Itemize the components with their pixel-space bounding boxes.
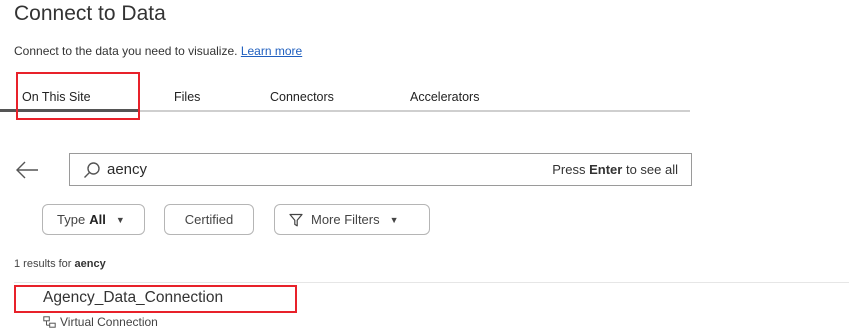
subtitle-text: Connect to the data you need to visualiz… [14,44,238,58]
active-tab-indicator [0,109,140,112]
page-title: Connect to Data [14,2,166,25]
tab-files[interactable]: Files [174,90,200,104]
type-filter-value: All [89,212,106,227]
more-filters-label: More Filters [311,212,380,227]
type-filter-dropdown[interactable]: Type All ▼ [42,204,145,235]
funnel-icon [289,213,303,226]
learn-more-link[interactable]: Learn more [241,44,302,58]
tab-accelerators[interactable]: Accelerators [410,90,479,104]
page-subtitle: Connect to the data you need to visualiz… [14,44,302,58]
certified-filter-button[interactable]: Certified [164,204,254,235]
search-hint: Press Enter to see all [552,162,678,177]
result-item-type: Virtual Connection [43,315,158,329]
tab-connectors[interactable]: Connectors [270,90,334,104]
search-icon [84,161,100,178]
caret-down-icon: ▼ [115,214,125,225]
certified-filter-label: Certified [184,212,234,227]
search-box[interactable]: Press Enter to see all [69,153,692,186]
more-filters-dropdown[interactable]: More Filters ▼ [274,204,430,235]
back-button[interactable] [14,160,40,180]
result-item-name[interactable]: Agency_Data_Connection [43,289,223,307]
arrow-left-icon [16,161,38,179]
search-input[interactable] [107,161,467,178]
results-count: 1 results for aency [14,258,106,270]
type-filter-label: Type [57,212,86,227]
virtual-connection-icon [43,316,56,328]
caret-down-icon: ▼ [389,214,399,225]
tab-on-this-site[interactable]: On This Site [22,90,91,104]
result-divider [14,282,849,283]
